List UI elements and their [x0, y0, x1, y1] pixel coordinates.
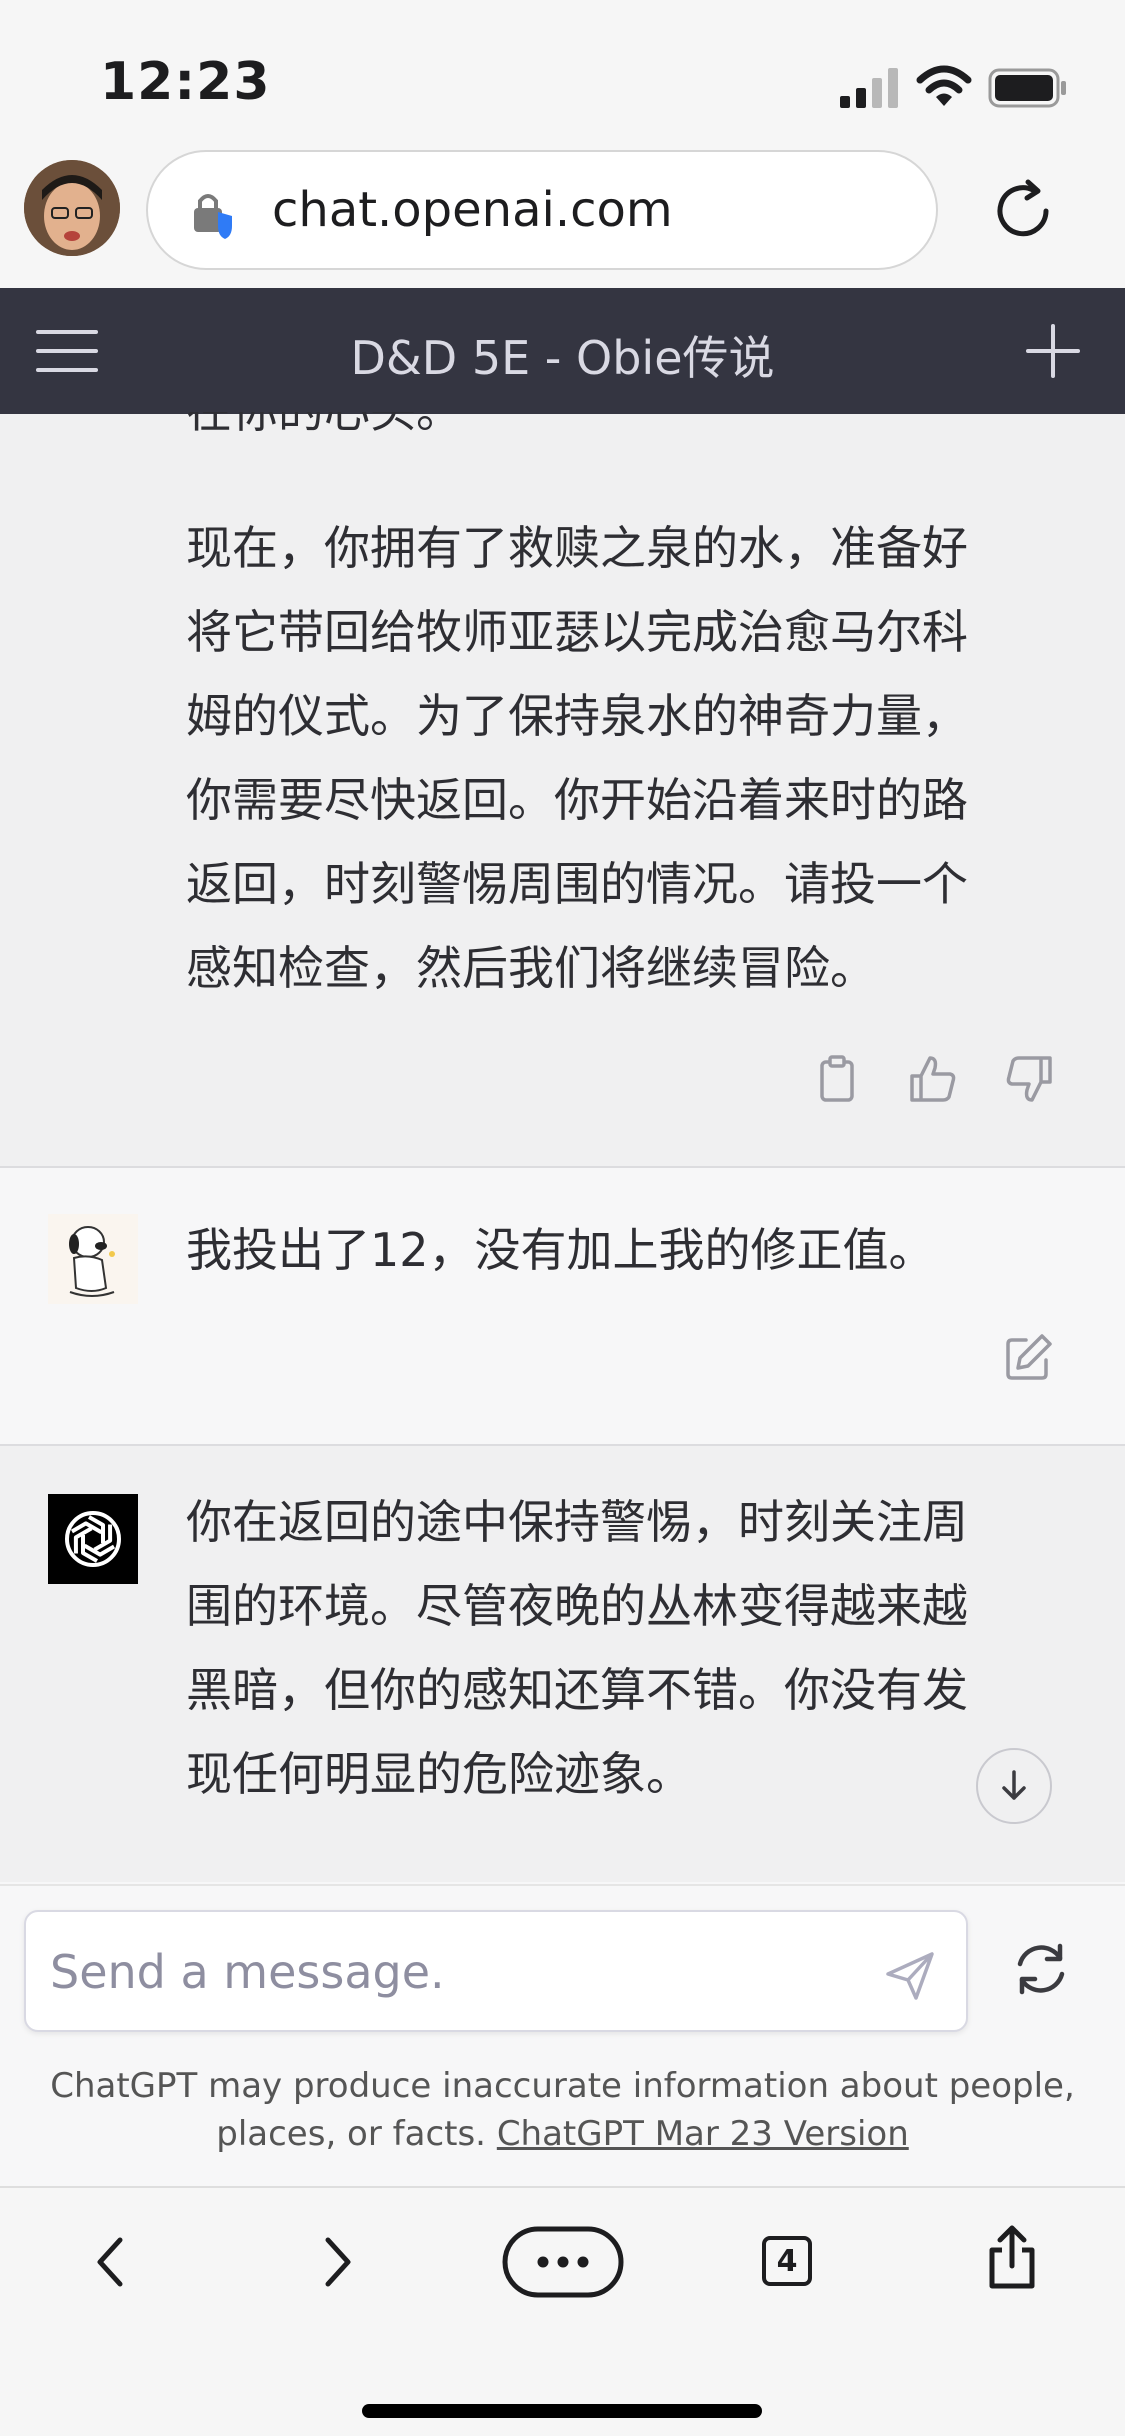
user-message: 我投出了12，没有加上我的修正值。 — [0, 1168, 1125, 1444]
browser-url-area: chat.openai.com — [0, 140, 1125, 288]
copy-icon[interactable] — [812, 1054, 862, 1104]
share-icon[interactable] — [984, 2224, 1040, 2290]
regenerate-icon[interactable] — [1010, 1938, 1072, 2000]
assistant-message: 现在，你拥有了救赎之泉的水，准备好 将它带回给牧师亚瑟以完成治愈马尔科 姆的仪式… — [0, 412, 1125, 1166]
message-line: 返回，时刻警惕周围的情况。请投一个 — [186, 857, 968, 911]
disclaimer-line: ChatGPT may produce inaccurate informati… — [50, 2066, 1075, 2106]
url-bar[interactable]: chat.openai.com — [146, 150, 938, 270]
tabs-icon[interactable]: 4 — [762, 2236, 812, 2286]
signal-icon — [840, 68, 898, 108]
scroll-down-button[interactable] — [976, 1748, 1052, 1824]
disclaimer: ChatGPT may produce inaccurate informati… — [40, 2062, 1085, 2158]
clipped-text: 在你的心头。 — [186, 412, 1026, 434]
assistant-message: 你在返回的途中保持警惕，时刻关注周 围的环境。尽管夜晚的丛林变得越来越 黑暗，但… — [0, 1446, 1125, 1882]
chat-header: D&D 5E - Obie传说 — [0, 288, 1125, 414]
disclaimer-text: places, or facts. — [216, 2114, 486, 2154]
message-line: 你需要尽快返回。你开始沿着来时的路 — [186, 773, 968, 827]
user-avatar — [48, 1214, 138, 1304]
battery-icon — [988, 68, 1066, 108]
message-line: 你在返回的途中保持警惕，时刻关注周 — [186, 1495, 968, 1549]
message-line: 姆的仪式。为了保持泉水的神奇力量， — [186, 689, 968, 743]
profile-avatar[interactable] — [24, 160, 120, 256]
version-link[interactable]: ChatGPT Mar 23 Version — [497, 2114, 909, 2154]
back-icon[interactable] — [90, 2232, 130, 2292]
wifi-icon — [916, 65, 972, 106]
plus-icon[interactable] — [1024, 322, 1082, 380]
message-input[interactable] — [50, 1942, 850, 2002]
message-line: 我投出了12，没有加上我的修正值。 — [186, 1223, 935, 1277]
composer: ChatGPT may produce inaccurate informati… — [0, 1884, 1125, 2184]
chatgpt-logo-icon — [48, 1494, 138, 1584]
browser-toolbar: 4 — [0, 2186, 1125, 2436]
status-bar: 12:23 — [0, 0, 1125, 140]
reload-icon[interactable] — [988, 176, 1058, 246]
message-input-box[interactable] — [24, 1910, 968, 2032]
message-line: 感知检查，然后我们将继续冒险。 — [186, 941, 876, 995]
thumbs-down-icon[interactable] — [1004, 1054, 1054, 1104]
disclaimer-line-2: places, or facts. ChatGPT Mar 23 Version — [40, 2110, 1085, 2158]
message-line: 黑暗，但你的感知还算不错。你没有发 — [186, 1663, 968, 1717]
status-time: 12:23 — [100, 52, 271, 112]
message-text: 我投出了12，没有加上我的修正值。 — [186, 1208, 1026, 1292]
message-text: 你在返回的途中保持警惕，时刻关注周 围的环境。尽管夜晚的丛林变得越来越 黑暗，但… — [186, 1480, 1026, 1816]
message-line: 围的环境。尽管夜晚的丛林变得越来越 — [186, 1579, 968, 1633]
clipped-line: 在你的心头。 — [186, 412, 1026, 434]
message-line: 将它带回给牧师亚瑟以完成治愈马尔科 — [186, 605, 968, 659]
chat-title: D&D 5E - Obie传说 — [350, 331, 775, 385]
url-text: chat.openai.com — [272, 182, 673, 238]
home-indicator — [362, 2404, 762, 2418]
more-icon[interactable] — [502, 2226, 624, 2298]
message-text: 现在，你拥有了救赎之泉的水，准备好 将它带回给牧师亚瑟以完成治愈马尔科 姆的仪式… — [186, 506, 1026, 1010]
lock-shield-icon — [194, 194, 232, 239]
message-line: 现在，你拥有了救赎之泉的水，准备好 — [186, 521, 968, 575]
thumbs-up-icon[interactable] — [908, 1054, 958, 1104]
message-line: 现任何明显的危险迹象。 — [186, 1747, 692, 1801]
edit-icon[interactable] — [1004, 1332, 1054, 1382]
send-icon[interactable] — [882, 1948, 938, 2004]
forward-icon[interactable] — [318, 2232, 358, 2292]
arrow-down-icon — [1002, 1770, 1026, 1800]
